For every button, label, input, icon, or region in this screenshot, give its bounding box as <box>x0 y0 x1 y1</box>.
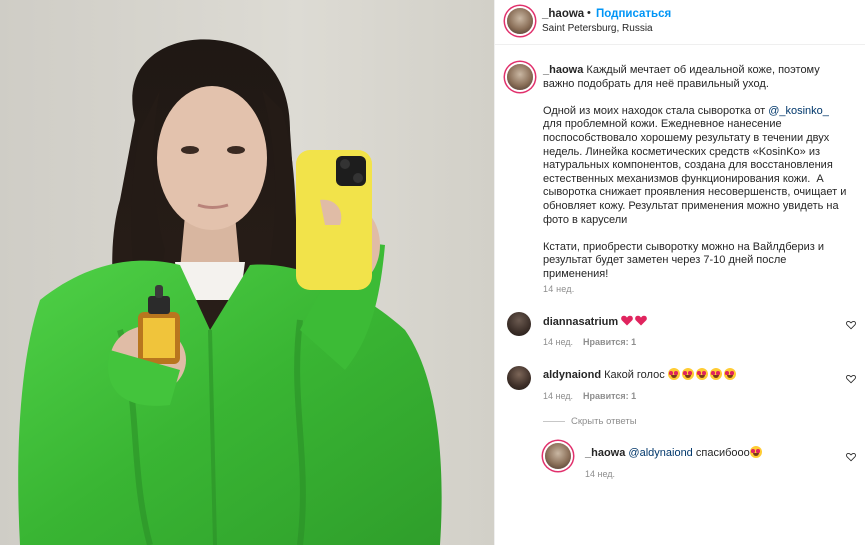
post-image <box>0 0 494 545</box>
comment-text: diannasatrium <box>543 315 649 328</box>
caption-text-part2: для проблемной кожи. Ежедневное нанесени… <box>543 118 847 280</box>
comment-likes[interactable]: Нравится: 1 <box>583 337 636 347</box>
commenter-avatar[interactable] <box>507 366 531 390</box>
caption-timestamp[interactable]: 14 нед. <box>543 284 574 294</box>
post-photo[interactable] <box>0 0 494 545</box>
comment-timestamp[interactable]: 14 нед. <box>543 337 573 347</box>
comment-likes[interactable]: Нравится: 1 <box>583 391 636 401</box>
heart-eyes-emoji-icon <box>749 446 762 458</box>
reply-meta: 14 нед. <box>585 469 615 479</box>
caption-avatar[interactable] <box>507 64 533 90</box>
author-avatar[interactable] <box>507 8 533 34</box>
hide-replies-label: Скрыть ответы <box>571 416 637 427</box>
comment-body: Какой голос <box>601 369 668 381</box>
post-location[interactable]: Saint Petersburg, Russia <box>542 23 653 34</box>
comment-meta: 14 нед. Нравится: 1 <box>543 391 636 401</box>
comment-text: aldynaiond Какой голос <box>543 368 738 381</box>
commenter-avatar[interactable] <box>507 312 531 336</box>
reply-username[interactable]: _haowa <box>585 447 625 459</box>
like-heart-icon[interactable] <box>846 320 856 330</box>
heart-eyes-emoji-icon <box>709 368 722 380</box>
author-username[interactable]: _haowa <box>542 8 584 20</box>
comment-meta: 14 нед. Нравится: 1 <box>543 337 636 347</box>
comment-timestamp[interactable]: 14 нед. <box>543 391 573 401</box>
hide-replies-button[interactable]: Скрыть ответы <box>543 416 637 427</box>
heart-eyes-emoji-icon <box>695 368 708 380</box>
red-heart-emoji-icon <box>635 315 648 326</box>
post-caption: _haowa Каждый мечтает об идеальной коже,… <box>543 64 859 282</box>
reply-text: _haowa @aldynaiond спасибооо <box>585 446 764 459</box>
comment-username[interactable]: aldynaiond <box>543 369 601 381</box>
reply-timestamp[interactable]: 14 нед. <box>585 469 615 479</box>
like-heart-icon[interactable] <box>846 374 856 384</box>
caption-mention[interactable]: @_kosinko_ <box>768 105 829 117</box>
follow-button[interactable]: Подписаться <box>596 8 671 20</box>
heart-eyes-emoji-icon <box>723 368 736 380</box>
reply-body: спасибооо <box>692 447 750 459</box>
caption-username[interactable]: _haowa <box>543 64 583 76</box>
post-header: _haowa • Подписаться Saint Petersburg, R… <box>495 0 865 45</box>
reply-mention[interactable]: @aldynaiond <box>628 447 692 459</box>
reply-author-avatar[interactable] <box>545 443 571 469</box>
red-heart-emoji-icon <box>621 315 634 326</box>
heart-eyes-emoji-icon <box>681 368 694 380</box>
like-heart-icon[interactable] <box>846 452 856 462</box>
comment-username[interactable]: diannasatrium <box>543 316 618 328</box>
separator-dot: • <box>587 7 591 19</box>
replies-divider-line <box>543 420 565 422</box>
post-sidebar: _haowa • Подписаться Saint Petersburg, R… <box>494 0 865 545</box>
heart-eyes-emoji-icon <box>667 368 680 380</box>
